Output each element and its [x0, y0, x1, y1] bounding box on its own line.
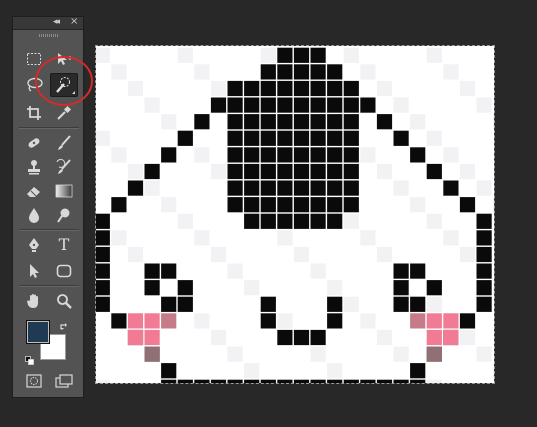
close-panel-icon[interactable]: ×	[70, 16, 78, 28]
crop-icon[interactable]	[21, 103, 47, 123]
shape-icon[interactable]	[51, 261, 77, 281]
default-colors-icon[interactable]	[25, 351, 35, 365]
toolbar-divider	[19, 285, 79, 287]
type-icon[interactable]: T	[51, 235, 77, 255]
toolbar-divider	[19, 127, 79, 129]
collapse-panel-icon[interactable]: ◂◂	[53, 16, 60, 28]
pen-icon[interactable]	[21, 235, 47, 255]
path-selection-icon[interactable]	[21, 261, 47, 281]
gradient-icon[interactable]	[51, 181, 77, 201]
toolbar-divider	[19, 229, 79, 231]
eraser-icon[interactable]	[21, 181, 47, 201]
spot-healing-icon[interactable]	[21, 133, 47, 153]
type-tool-glyph: T	[58, 235, 70, 254]
tools-panel-header: ◂◂ ×	[13, 16, 83, 30]
quick-mask-icon[interactable]	[21, 371, 47, 391]
foreground-color-swatch[interactable]	[26, 320, 50, 344]
annotation-circle	[35, 56, 93, 106]
history-brush-icon[interactable]	[51, 157, 77, 177]
zoom-icon[interactable]	[51, 291, 77, 311]
brush-icon[interactable]	[51, 133, 77, 153]
clone-stamp-icon[interactable]	[21, 157, 47, 177]
blur-icon[interactable]	[21, 205, 47, 225]
screen-mode-icon[interactable]	[51, 371, 77, 391]
onigiri-pixel-art	[96, 47, 494, 383]
eyedropper-icon[interactable]	[51, 103, 77, 123]
dodge-icon[interactable]	[51, 205, 77, 225]
document-canvas[interactable]	[96, 46, 494, 383]
hand-icon[interactable]	[21, 291, 47, 311]
swap-colors-icon[interactable]	[59, 317, 69, 330]
panel-grip[interactable]	[39, 34, 59, 37]
